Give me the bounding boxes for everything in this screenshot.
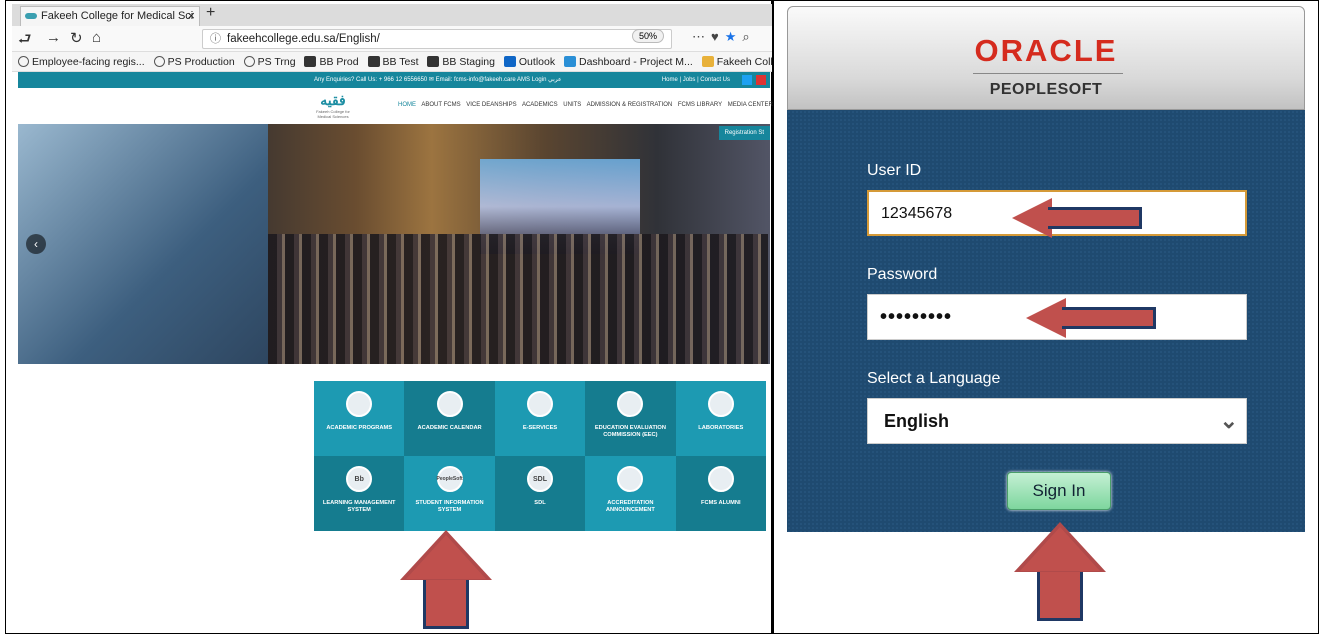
menu-item-home[interactable]: HOME <box>398 102 416 108</box>
reload-icon[interactable]: ↻ <box>70 29 83 47</box>
pocket-icon[interactable]: ♥ <box>711 29 725 44</box>
graduate-icon <box>346 391 373 417</box>
tile-student-information-system[interactable]: PeopleSoft STUDENT INFORMATION SYSTEM <box>404 456 495 531</box>
menu-item-academics[interactable]: ACADEMICS <box>522 102 558 108</box>
new-tab-button[interactable]: + <box>206 4 215 22</box>
menu-item-library[interactable]: FCMS LIBRARY <box>678 102 722 108</box>
language-select[interactable]: English ⌄ <box>867 398 1247 444</box>
tile-academic-calendar[interactable]: ACADEMIC CALENDAR <box>404 381 495 456</box>
menu-item-admission[interactable]: ADMISSION & REGISTRATION <box>587 102 673 108</box>
annotation-left-arrow-icon <box>1026 298 1156 338</box>
peoplesoft-logo: PEOPLESOFT <box>989 81 1103 98</box>
tile-laboratories[interactable]: LABORATORIES <box>675 381 766 456</box>
tab-title: Fakeeh College for Medical Sci <box>41 10 194 22</box>
bookmark-item[interactable]: Employee-facing regis... <box>18 52 145 71</box>
twitter-icon[interactable] <box>742 75 752 85</box>
hero-lab-photo <box>18 124 268 364</box>
forward-arrow-icon[interactable]: → <box>46 29 61 46</box>
home-icon[interactable]: ⌂ <box>92 29 101 46</box>
alumni-icon <box>707 466 734 492</box>
tile-academic-programs[interactable]: ACADEMIC PROGRAMS <box>314 381 405 456</box>
user-id-label: User ID <box>867 162 922 179</box>
top-links[interactable]: Home | Jobs | Contact Us <box>662 72 730 88</box>
globe-icon <box>18 56 29 67</box>
chevron-down-icon: ⌄ <box>1219 408 1238 433</box>
bookmark-star-icon[interactable]: ★ <box>725 29 743 44</box>
calendar-icon <box>436 391 463 417</box>
site-header: فقيه Fakeeh College for Medical Sciences… <box>18 88 773 124</box>
back-arrow-icon[interactable]: ⮐ <box>18 29 32 54</box>
bookmark-item[interactable]: Dashboard - Project M... <box>564 52 693 71</box>
tile-accreditation[interactable]: ACCREDITATION ANNOUNCEMENT <box>585 456 676 531</box>
lab-icon <box>707 391 734 417</box>
outlook-icon <box>503 56 516 67</box>
laptop-icon <box>526 391 553 417</box>
page-actions: ⋯♥★⌕ <box>692 29 756 45</box>
annotation-up-arrow-icon <box>400 530 492 629</box>
globe-icon <box>153 56 165 67</box>
peoplesoft-icon: PeopleSoft <box>437 466 463 492</box>
tile-e-services[interactable]: E-SERVICES <box>494 381 586 456</box>
dashboard-icon <box>564 56 576 67</box>
annotation-left-arrow-icon <box>1012 198 1142 238</box>
password-label: Password <box>867 266 938 283</box>
sign-in-button[interactable]: Sign In <box>1007 472 1111 510</box>
address-bar[interactable]: ⓘ fakeehcollege.edu.sa/English/ <box>202 29 672 49</box>
college-logo[interactable]: فقيه Fakeeh College for Medical Sciences <box>313 92 353 120</box>
menu-item-about[interactable]: ABOUT FCMS <box>421 102 460 108</box>
menu-item-vice-deanships[interactable]: VICE DEANSHIPS <box>466 102 516 108</box>
quick-links-grid: ACADEMIC PROGRAMS ACADEMIC CALENDAR E-SE… <box>314 381 766 531</box>
blackboard-icon <box>367 56 380 67</box>
bookmarks-bar: Employee-facing regis... PS Production P… <box>12 52 772 72</box>
site-top-bar: Any Enquiries? Call Us: + 966 12 6556650… <box>18 72 770 88</box>
browser-tab-bar: Fakeeh College for Medical Sci × + <box>12 4 772 26</box>
tile-alumni[interactable]: FCMS ALUMNI <box>675 456 766 531</box>
award-medal-icon <box>617 466 644 492</box>
info-icon[interactable]: ⓘ <box>210 30 221 48</box>
youtube-icon[interactable] <box>756 75 766 85</box>
bookmark-item[interactable]: BB Test <box>367 52 419 71</box>
registration-button[interactable]: Registration St <box>718 126 770 140</box>
contact-info[interactable]: Any Enquiries? Call Us: + 966 12 6556650… <box>314 72 562 88</box>
browser-tab[interactable]: Fakeeh College for Medical Sci × <box>20 6 200 26</box>
hero-crowd <box>268 234 768 364</box>
zoom-level-badge[interactable]: 50% <box>632 29 665 43</box>
bookmark-item[interactable]: Fakeeh College for Me... <box>701 52 772 71</box>
tile-lms[interactable]: Bb LEARNING MANAGEMENT SYSTEM <box>314 456 405 531</box>
bookmark-item[interactable]: BB Staging <box>427 52 495 71</box>
bookmark-item[interactable]: BB Prod <box>304 52 359 71</box>
site-main-menu: HOME ABOUT FCMS VICE DEANSHIPS ACADEMICS… <box>398 102 777 108</box>
annotation-up-arrow-icon <box>1014 522 1106 621</box>
bookmark-item[interactable]: PS Trng <box>243 52 296 71</box>
tab-close-icon[interactable]: × <box>187 7 195 25</box>
language-label: Select a Language <box>867 370 1001 387</box>
globe-icon <box>243 56 255 67</box>
tile-eec[interactable]: EDUCATION EVALUATION COMMISSION (EEC) <box>585 381 676 456</box>
bookmark-item[interactable]: Outlook <box>503 52 555 71</box>
menu-item-units[interactable]: UNITS <box>563 102 581 108</box>
site-favicon-icon <box>25 13 37 19</box>
blackboard-icon <box>427 56 440 67</box>
blackboard-icon: Bb <box>346 466 373 492</box>
bookmark-item[interactable]: PS Production <box>153 52 235 71</box>
logo-divider <box>973 73 1123 74</box>
sdl-icon: SDL <box>526 466 553 492</box>
menu-item-media-center[interactable]: MEDIA CENTER <box>728 102 773 108</box>
browser-nav-bar: ⮐ → ↻ ⌂ ⓘ fakeehcollege.edu.sa/English/ … <box>12 26 772 52</box>
oracle-logo: ORACLE <box>974 33 1118 68</box>
peoplesoft-header: ORACLE PEOPLESOFT <box>787 6 1305 110</box>
more-icon[interactable]: ⋯ <box>692 29 711 44</box>
hero-slider-image: ‹ Registration St <box>18 124 770 364</box>
eec-logo-icon <box>617 391 644 417</box>
blackboard-icon <box>304 56 317 67</box>
slider-prev-icon[interactable]: ‹ <box>26 234 46 254</box>
fakeeh-icon <box>701 56 714 67</box>
tile-sdl[interactable]: SDL SDL <box>494 456 586 531</box>
search-icon[interactable]: ⌕ <box>742 29 755 44</box>
url-text: fakeehcollege.edu.sa/English/ <box>227 33 380 45</box>
